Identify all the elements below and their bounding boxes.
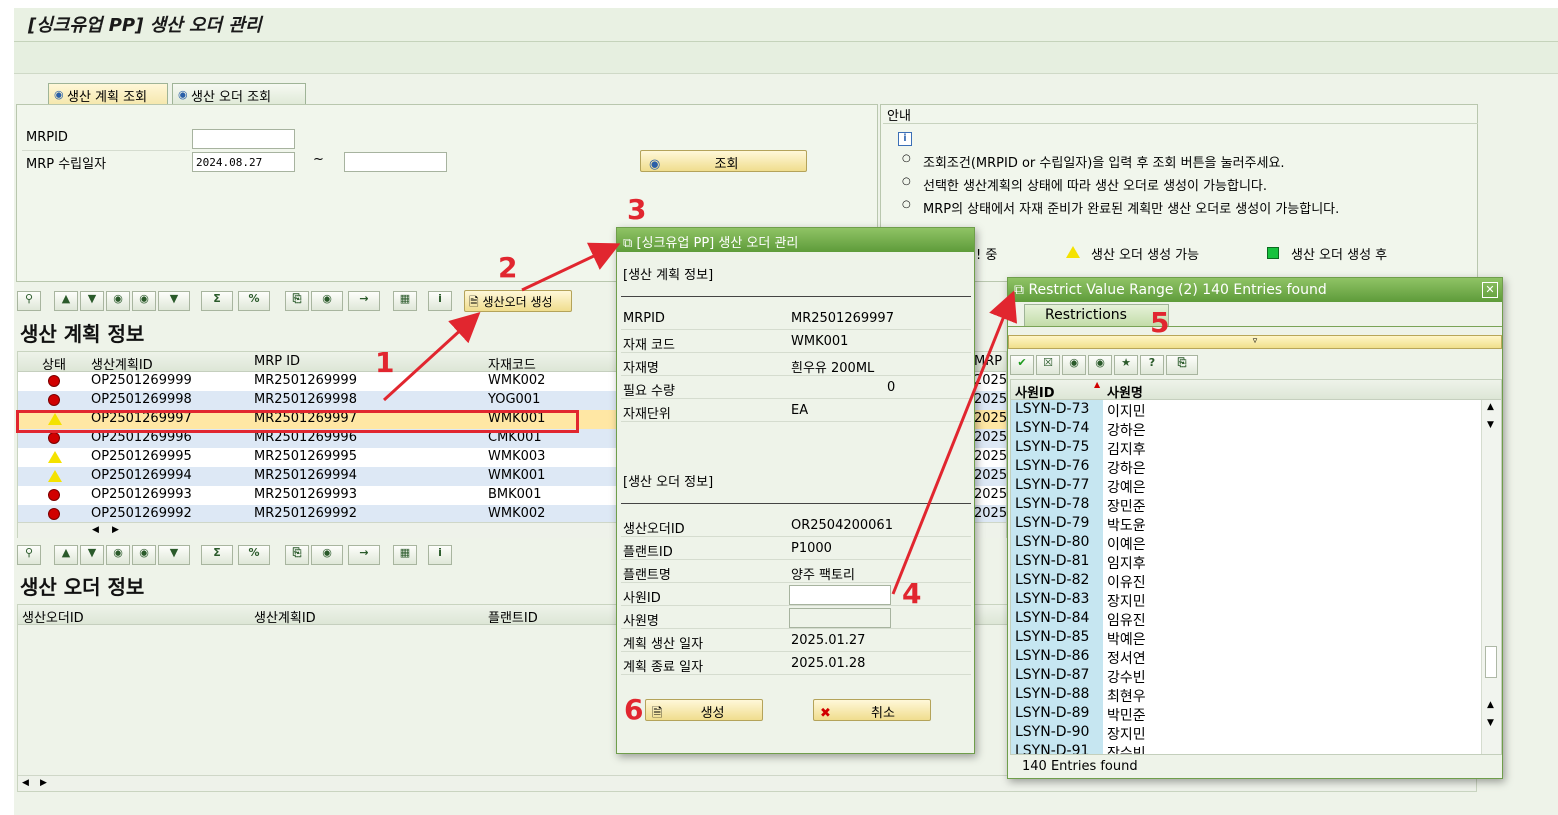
annotation-5: 5 (1150, 306, 1170, 339)
annotation-6: 6 (624, 693, 644, 726)
annotation-2: 2 (498, 251, 518, 284)
arrow-4 (891, 290, 1018, 595)
arrow-1 (382, 311, 481, 402)
annotation-arrows (382, 242, 1018, 595)
annotation-1: 1 (375, 346, 395, 379)
annotation-4: 4 (902, 577, 922, 610)
annotation-3: 3 (627, 193, 647, 226)
arrow-2 (521, 242, 621, 292)
